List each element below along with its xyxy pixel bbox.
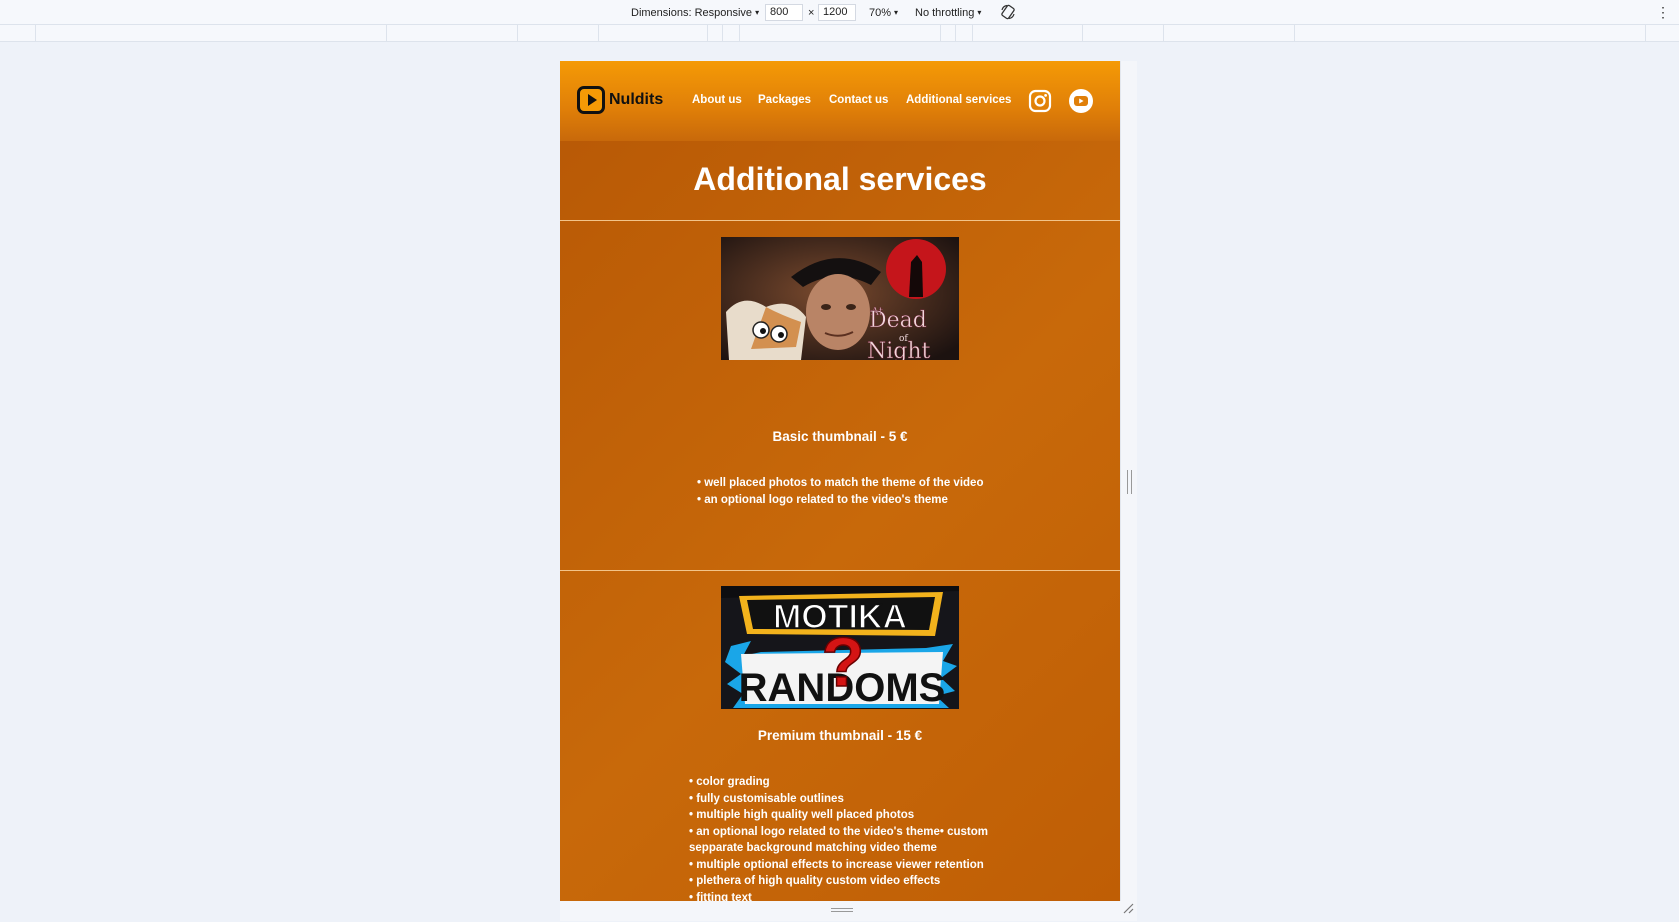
- list-item: fully customisable outlines: [689, 791, 989, 808]
- basic-thumbnail-features: well placed photos to match the theme of…: [697, 475, 983, 508]
- list-item: an optional logo related to the video's …: [697, 492, 983, 509]
- devtools-device-toolbar: Dimensions: Responsive ▾ 800 × 1200 70% …: [0, 0, 1679, 25]
- dimensions-label: Dimensions: Responsive: [631, 6, 753, 19]
- list-item: color grading: [689, 774, 989, 791]
- chevron-down-icon: ▾: [894, 8, 899, 17]
- page-title: Additional services: [693, 161, 987, 197]
- thumb-text-question: ?: [822, 623, 865, 701]
- thumb-text-night: Night: [867, 339, 931, 360]
- thumb-text-dead: Dead: [869, 308, 927, 333]
- viewport-resize-handle-bottom[interactable]: [831, 908, 853, 912]
- zoom-label: 70%: [869, 6, 892, 19]
- list-item: fitting text: [689, 890, 989, 902]
- premium-thumbnail-image: MOTIKA RANDOMS ?: [721, 586, 959, 709]
- dimensions-dropdown[interactable]: Dimensions: Responsive ▾: [631, 4, 759, 21]
- instagram-icon[interactable]: [1028, 89, 1052, 113]
- logo-play-icon: [577, 86, 605, 114]
- zoom-dropdown[interactable]: 70% ▾: [869, 4, 898, 21]
- kebab-icon[interactable]: ⋮: [1656, 5, 1670, 19]
- section-divider: [560, 220, 1120, 221]
- premium-thumbnail-features: color grading fully customisable outline…: [689, 774, 989, 901]
- chevron-down-icon: ▾: [755, 8, 760, 17]
- times-sign: ×: [808, 6, 815, 19]
- site-logo[interactable]: Nuldits: [577, 86, 663, 114]
- list-item: well placed photos to match the theme of…: [697, 475, 983, 492]
- nav-additional-services[interactable]: Additional services: [906, 94, 1011, 106]
- list-item: an optional logo related to the video's …: [689, 824, 989, 857]
- nav-contact-us[interactable]: Contact us: [829, 94, 888, 106]
- list-item: plethera of high quality custom video ef…: [689, 873, 989, 890]
- width-input[interactable]: 800: [765, 4, 803, 21]
- basic-thumbnail-title: Basic thumbnail - 5 €: [772, 429, 908, 444]
- nav-packages[interactable]: Packages: [758, 94, 811, 106]
- site-header: Nuldits About us Packages Contact us Add…: [560, 61, 1120, 141]
- chevron-down-icon: ▾: [977, 8, 982, 17]
- section-divider: [560, 570, 1120, 571]
- list-item: multiple optional effects to increase vi…: [689, 857, 989, 874]
- logo-text: Nuldits: [609, 91, 664, 108]
- emulated-viewport: Nuldits About us Packages Contact us Add…: [560, 61, 1120, 901]
- nav-about-us[interactable]: About us: [692, 94, 742, 106]
- throttling-label: No throttling: [915, 6, 975, 19]
- media-query-ruler: [0, 25, 1679, 42]
- premium-thumbnail-title: Premium thumbnail - 15 €: [757, 728, 923, 743]
- resize-corner-icon[interactable]: [1121, 901, 1135, 915]
- viewport-bottom-edge: [560, 901, 1137, 921]
- youtube-icon[interactable]: [1069, 89, 1093, 113]
- height-input[interactable]: 1200: [818, 4, 856, 21]
- viewport-resize-handle-right[interactable]: [1127, 470, 1132, 494]
- list-item: multiple high quality well placed photos: [689, 807, 989, 824]
- rotate-icon[interactable]: [1000, 4, 1016, 20]
- basic-thumbnail-image: At Dead of Night: [721, 237, 959, 360]
- throttling-dropdown[interactable]: No throttling ▾: [915, 4, 981, 21]
